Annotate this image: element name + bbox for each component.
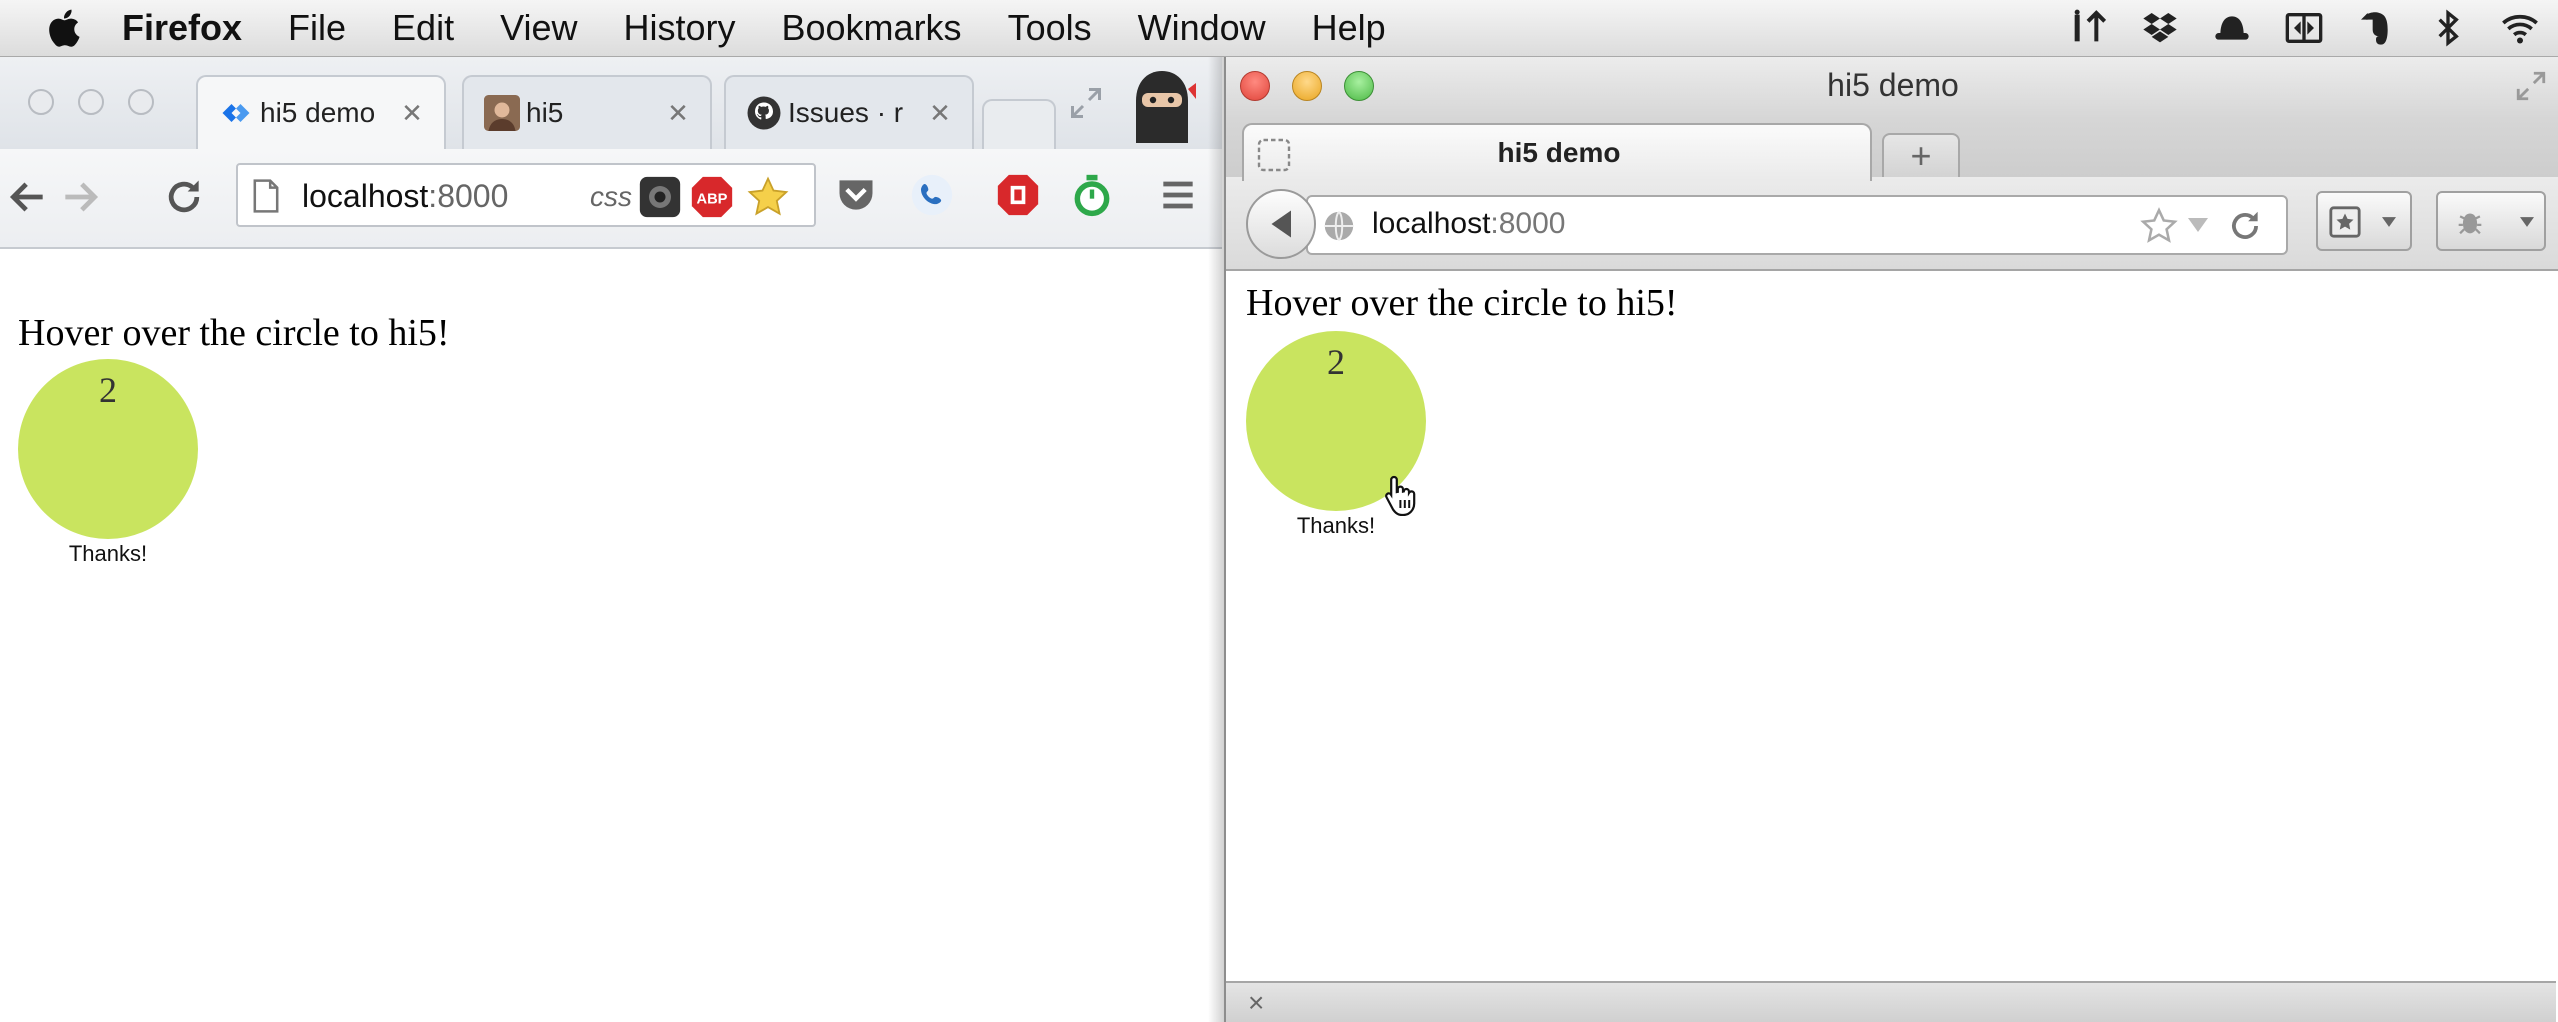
menu-app-firefox[interactable]: Firefox xyxy=(122,7,242,49)
back-arrow-icon[interactable] xyxy=(4,173,52,221)
hand-pointer-icon xyxy=(1385,475,1416,516)
chrome-tab-hi5[interactable]: hi5 ✕ xyxy=(462,75,712,149)
firefox-nav-bar: localhost:8000 xyxy=(1226,177,2558,271)
close-icon[interactable]: ✕ xyxy=(662,98,694,129)
stop-extension-icon[interactable] xyxy=(994,171,1042,219)
phone-extension-icon[interactable] xyxy=(908,171,956,219)
menu-bookmarks[interactable]: Bookmarks xyxy=(782,7,962,49)
fullscreen-icon[interactable] xyxy=(2514,69,2548,103)
chrome-toolbar: localhost:8000 css ABP xyxy=(0,149,1222,249)
menu-history[interactable]: History xyxy=(623,7,735,49)
forward-arrow-icon[interactable] xyxy=(56,173,104,221)
chrome-page-content: Hover over the circle to hi5! 2 Thanks! xyxy=(0,249,1222,1022)
menu-edit[interactable]: Edit xyxy=(392,7,454,49)
chrome-address-bar[interactable]: localhost:8000 css ABP xyxy=(236,163,816,227)
addon-menu-button[interactable] xyxy=(2436,191,2546,251)
firefox-tab-bar: hi5 demo + xyxy=(1226,119,2558,181)
back-arrow-icon xyxy=(1271,210,1291,238)
close-icon[interactable]: ✕ xyxy=(924,98,956,129)
chrome-tab-strip: hi5 demo ✕ hi5 ✕ Issues · r ✕ xyxy=(0,57,1222,149)
chrome-tab-title: Issues · r xyxy=(788,97,904,128)
chrome-tab-issues[interactable]: Issues · r ✕ xyxy=(724,75,974,149)
chevron-down-icon[interactable] xyxy=(2186,215,2210,235)
thanks-label: Thanks! xyxy=(1296,513,1376,538)
firefox-tab-title: hi5 demo xyxy=(1497,137,1621,168)
firefox-new-tab-button[interactable]: + xyxy=(1882,133,1960,179)
hi5-count: 2 xyxy=(1327,342,1345,382)
reload-icon[interactable] xyxy=(160,173,208,221)
firefox-addon-bar: × xyxy=(1226,981,2556,1022)
chrome-url-text: localhost:8000 xyxy=(302,178,509,214)
menu-window[interactable]: Window xyxy=(1138,7,1266,49)
pocket-icon[interactable] xyxy=(832,171,880,219)
firefox-page-content: Hover over the circle to hi5! 2 Thanks! xyxy=(1226,271,2556,981)
chrome-close-button[interactable] xyxy=(28,89,54,115)
chrome-tab-title: hi5 demo xyxy=(260,97,376,128)
hamburger-menu-icon[interactable] xyxy=(1154,171,1202,219)
firebug-icon xyxy=(2458,213,2482,235)
bookmarks-icon xyxy=(2329,206,2361,238)
menu-tools[interactable]: Tools xyxy=(1008,7,1092,49)
firefox-back-button[interactable] xyxy=(1246,189,1316,259)
screen-icon[interactable] xyxy=(2282,6,2326,50)
reload-icon[interactable] xyxy=(2226,207,2264,245)
firefox-window: hi5 demo hi5 demo + localhost:8000 Hover… xyxy=(1224,57,2558,1022)
globe-icon xyxy=(1324,211,1354,241)
timer-extension-icon[interactable] xyxy=(1068,171,1116,219)
close-icon[interactable]: ✕ xyxy=(396,98,428,129)
menu-view[interactable]: View xyxy=(500,7,577,49)
css-badge[interactable]: css xyxy=(590,181,632,213)
menu-help[interactable]: Help xyxy=(1312,7,1386,49)
chrome-tab-title: hi5 xyxy=(526,97,564,128)
menu-file[interactable]: File xyxy=(288,7,346,49)
camera-extension-icon[interactable] xyxy=(638,175,682,219)
chrome-minimize-button[interactable] xyxy=(78,89,104,115)
chrome-window: hi5 demo ✕ hi5 ✕ Issues · r ✕ localhost:… xyxy=(0,57,1222,1022)
bookmarks-menu-button[interactable] xyxy=(2316,191,2412,251)
bookmark-star-icon[interactable] xyxy=(2140,207,2178,245)
bookmark-star-icon[interactable] xyxy=(746,175,790,219)
wifi-icon[interactable] xyxy=(2498,6,2542,50)
firefox-url-text: localhost:8000 xyxy=(1372,207,1566,240)
dropbox-icon[interactable] xyxy=(2138,6,2182,50)
github-icon xyxy=(747,96,781,130)
iterm-icon[interactable] xyxy=(2066,6,2110,50)
firefox-address-bar[interactable]: localhost:8000 xyxy=(1306,195,2288,255)
window-divider-shadow xyxy=(1208,57,1224,1022)
thanks-label: Thanks! xyxy=(68,541,148,566)
chevron-down-icon xyxy=(2382,217,2396,227)
page-heading: Hover over the circle to hi5! xyxy=(1246,282,1678,324)
firefox-tab-hi5-demo[interactable]: hi5 demo xyxy=(1242,123,1872,181)
chevron-down-icon xyxy=(2520,217,2534,227)
avatar-icon xyxy=(484,95,520,131)
hat-icon[interactable] xyxy=(2210,6,2254,50)
status-menu-area xyxy=(2038,0,2542,56)
macos-menu-bar: Firefox File Edit View History Bookmarks… xyxy=(0,0,2558,57)
svg-text:ABP: ABP xyxy=(697,191,728,207)
page-heading: Hover over the circle to hi5! xyxy=(18,312,450,354)
firefox-window-title: hi5 demo xyxy=(1827,67,1959,103)
incognito-ninja-icon xyxy=(1136,71,1196,143)
chrome-zoom-button[interactable] xyxy=(128,89,154,115)
evernote-icon[interactable] xyxy=(2354,6,2398,50)
adblock-icon[interactable]: ABP xyxy=(690,175,734,219)
apple-icon[interactable] xyxy=(44,6,88,50)
page-icon xyxy=(253,179,279,213)
chrome-new-tab-button[interactable] xyxy=(982,99,1056,149)
firefox-titlebar: hi5 demo xyxy=(1226,57,2558,119)
close-icon[interactable]: × xyxy=(1248,987,1264,1019)
fullscreen-icon[interactable] xyxy=(1068,85,1104,121)
diamond-icon xyxy=(222,104,250,122)
chrome-tab-hi5-demo[interactable]: hi5 demo ✕ xyxy=(196,75,446,149)
hi5-count: 2 xyxy=(99,370,117,410)
bluetooth-icon[interactable] xyxy=(2426,6,2470,50)
